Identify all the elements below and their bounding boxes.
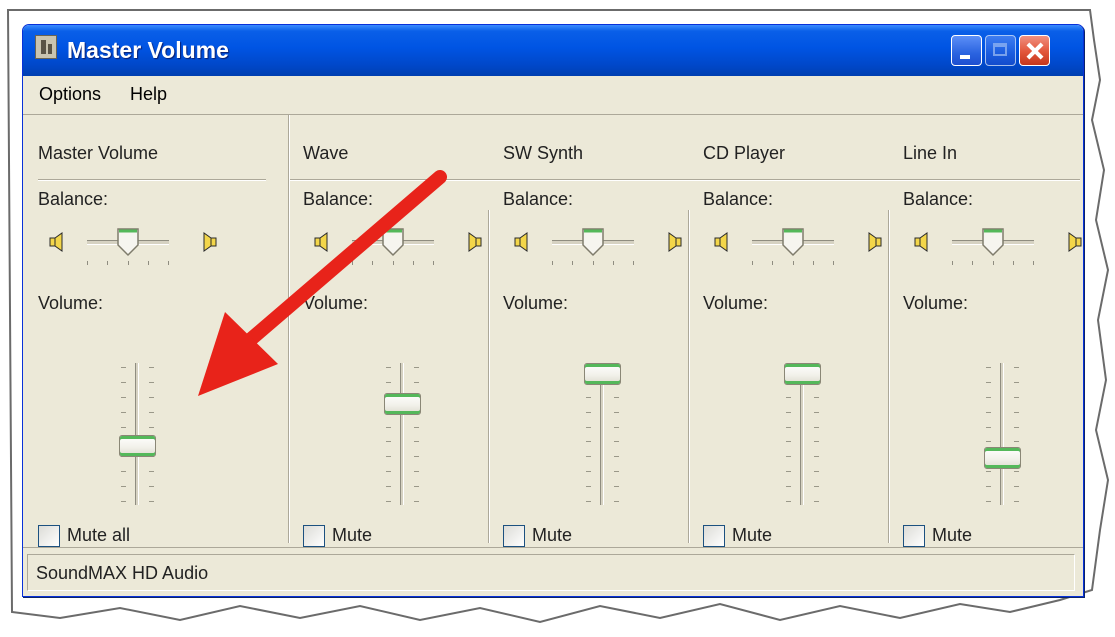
volume-track xyxy=(135,363,139,505)
volume-slider-thumb[interactable] xyxy=(784,363,821,385)
mute-label[interactable]: Mute xyxy=(532,525,572,546)
balance-ticks xyxy=(552,261,634,266)
menu-bar: Options Help xyxy=(23,76,1083,115)
balance-slider-thumb[interactable] xyxy=(581,227,605,257)
mute-checkbox[interactable] xyxy=(303,525,325,547)
mute-checkbox[interactable] xyxy=(703,525,725,547)
volume-label: Volume: xyxy=(503,293,569,313)
volume-slider-thumb[interactable] xyxy=(584,363,621,385)
window-title: Master Volume xyxy=(67,37,229,63)
balance-slider-thumb[interactable] xyxy=(381,227,405,257)
channel-name: Line In xyxy=(903,143,958,163)
volume-ticks-right xyxy=(149,367,157,502)
maximize-button[interactable] xyxy=(985,35,1016,66)
speaker-left-icon xyxy=(313,231,333,253)
volume-track xyxy=(400,363,404,505)
mute-checkbox[interactable] xyxy=(903,525,925,547)
volume-slider-thumb[interactable] xyxy=(119,435,156,457)
channel-name: Master Volume xyxy=(38,143,159,163)
balance-label: Balance: xyxy=(38,189,109,209)
speaker-right-icon xyxy=(863,231,883,253)
channel-name: Wave xyxy=(303,143,349,163)
speaker-right-icon xyxy=(1063,231,1083,253)
volume-ticks-left xyxy=(786,367,794,502)
volume-ticks-left xyxy=(986,367,994,502)
balance-label: Balance: xyxy=(703,189,774,209)
menu-help[interactable]: Help xyxy=(130,84,167,105)
channels-header-divider xyxy=(290,179,1080,181)
channel-separator xyxy=(488,210,490,543)
balance-ticks xyxy=(952,261,1034,266)
close-button[interactable] xyxy=(1019,35,1050,66)
volume-ticks-left xyxy=(586,367,594,502)
balance-ticks xyxy=(87,261,169,266)
volume-label: Volume: xyxy=(903,293,969,313)
volume-ticks-right xyxy=(1014,367,1022,502)
minimize-button[interactable] xyxy=(951,35,982,66)
mute-label[interactable]: Mute xyxy=(732,525,772,546)
balance-slider-thumb[interactable] xyxy=(781,227,805,257)
speaker-left-icon xyxy=(48,231,68,253)
volume-ticks-right xyxy=(614,367,622,502)
status-bar: SoundMAX HD Audio xyxy=(23,547,1083,596)
volume-ticks-right xyxy=(414,367,422,502)
menu-options[interactable]: Options xyxy=(39,84,101,105)
title-bar[interactable]: Master Volume xyxy=(23,25,1083,76)
master-volume-window: Master Volume Options Help Master Volume… xyxy=(22,24,1084,597)
speaker-left-icon xyxy=(713,231,733,253)
speaker-right-icon xyxy=(463,231,483,253)
speaker-left-icon xyxy=(913,231,933,253)
volume-ticks-left xyxy=(121,367,129,502)
channel-master-volume: Master Volume Balance: Volume: Mute all xyxy=(23,115,288,547)
mute-checkbox[interactable] xyxy=(38,525,60,547)
speaker-right-icon xyxy=(663,231,683,253)
volume-app-icon xyxy=(35,35,57,59)
balance-label: Balance: xyxy=(503,189,574,209)
volume-track xyxy=(1000,363,1004,505)
balance-slider-thumb[interactable] xyxy=(116,227,140,257)
channel-separator xyxy=(688,210,690,543)
channel-name: CD Player xyxy=(703,143,786,163)
balance-slider-thumb[interactable] xyxy=(981,227,1005,257)
volume-ticks-right xyxy=(814,367,822,502)
volume-label: Volume: xyxy=(703,293,769,313)
status-text: SoundMAX HD Audio xyxy=(36,563,209,583)
channel-name: SW Synth xyxy=(503,143,584,163)
channel-divider xyxy=(38,179,266,181)
volume-ticks-left xyxy=(386,367,394,502)
channel-separator xyxy=(888,210,890,543)
mute-checkbox[interactable] xyxy=(503,525,525,547)
balance-ticks xyxy=(352,261,434,266)
volume-slider-thumb[interactable] xyxy=(384,393,421,415)
speaker-right-icon xyxy=(198,231,218,253)
mute-label[interactable]: Mute all xyxy=(67,525,130,546)
volume-slider-thumb[interactable] xyxy=(984,447,1021,469)
speaker-left-icon xyxy=(513,231,533,253)
volume-label: Volume: xyxy=(38,293,104,313)
mute-label[interactable]: Mute xyxy=(332,525,372,546)
balance-label: Balance: xyxy=(903,189,974,209)
mute-label[interactable]: Mute xyxy=(932,525,972,546)
status-panel: SoundMAX HD Audio xyxy=(27,554,1075,591)
volume-label: Volume: xyxy=(303,293,369,313)
balance-ticks xyxy=(752,261,834,266)
balance-label: Balance: xyxy=(303,189,374,209)
